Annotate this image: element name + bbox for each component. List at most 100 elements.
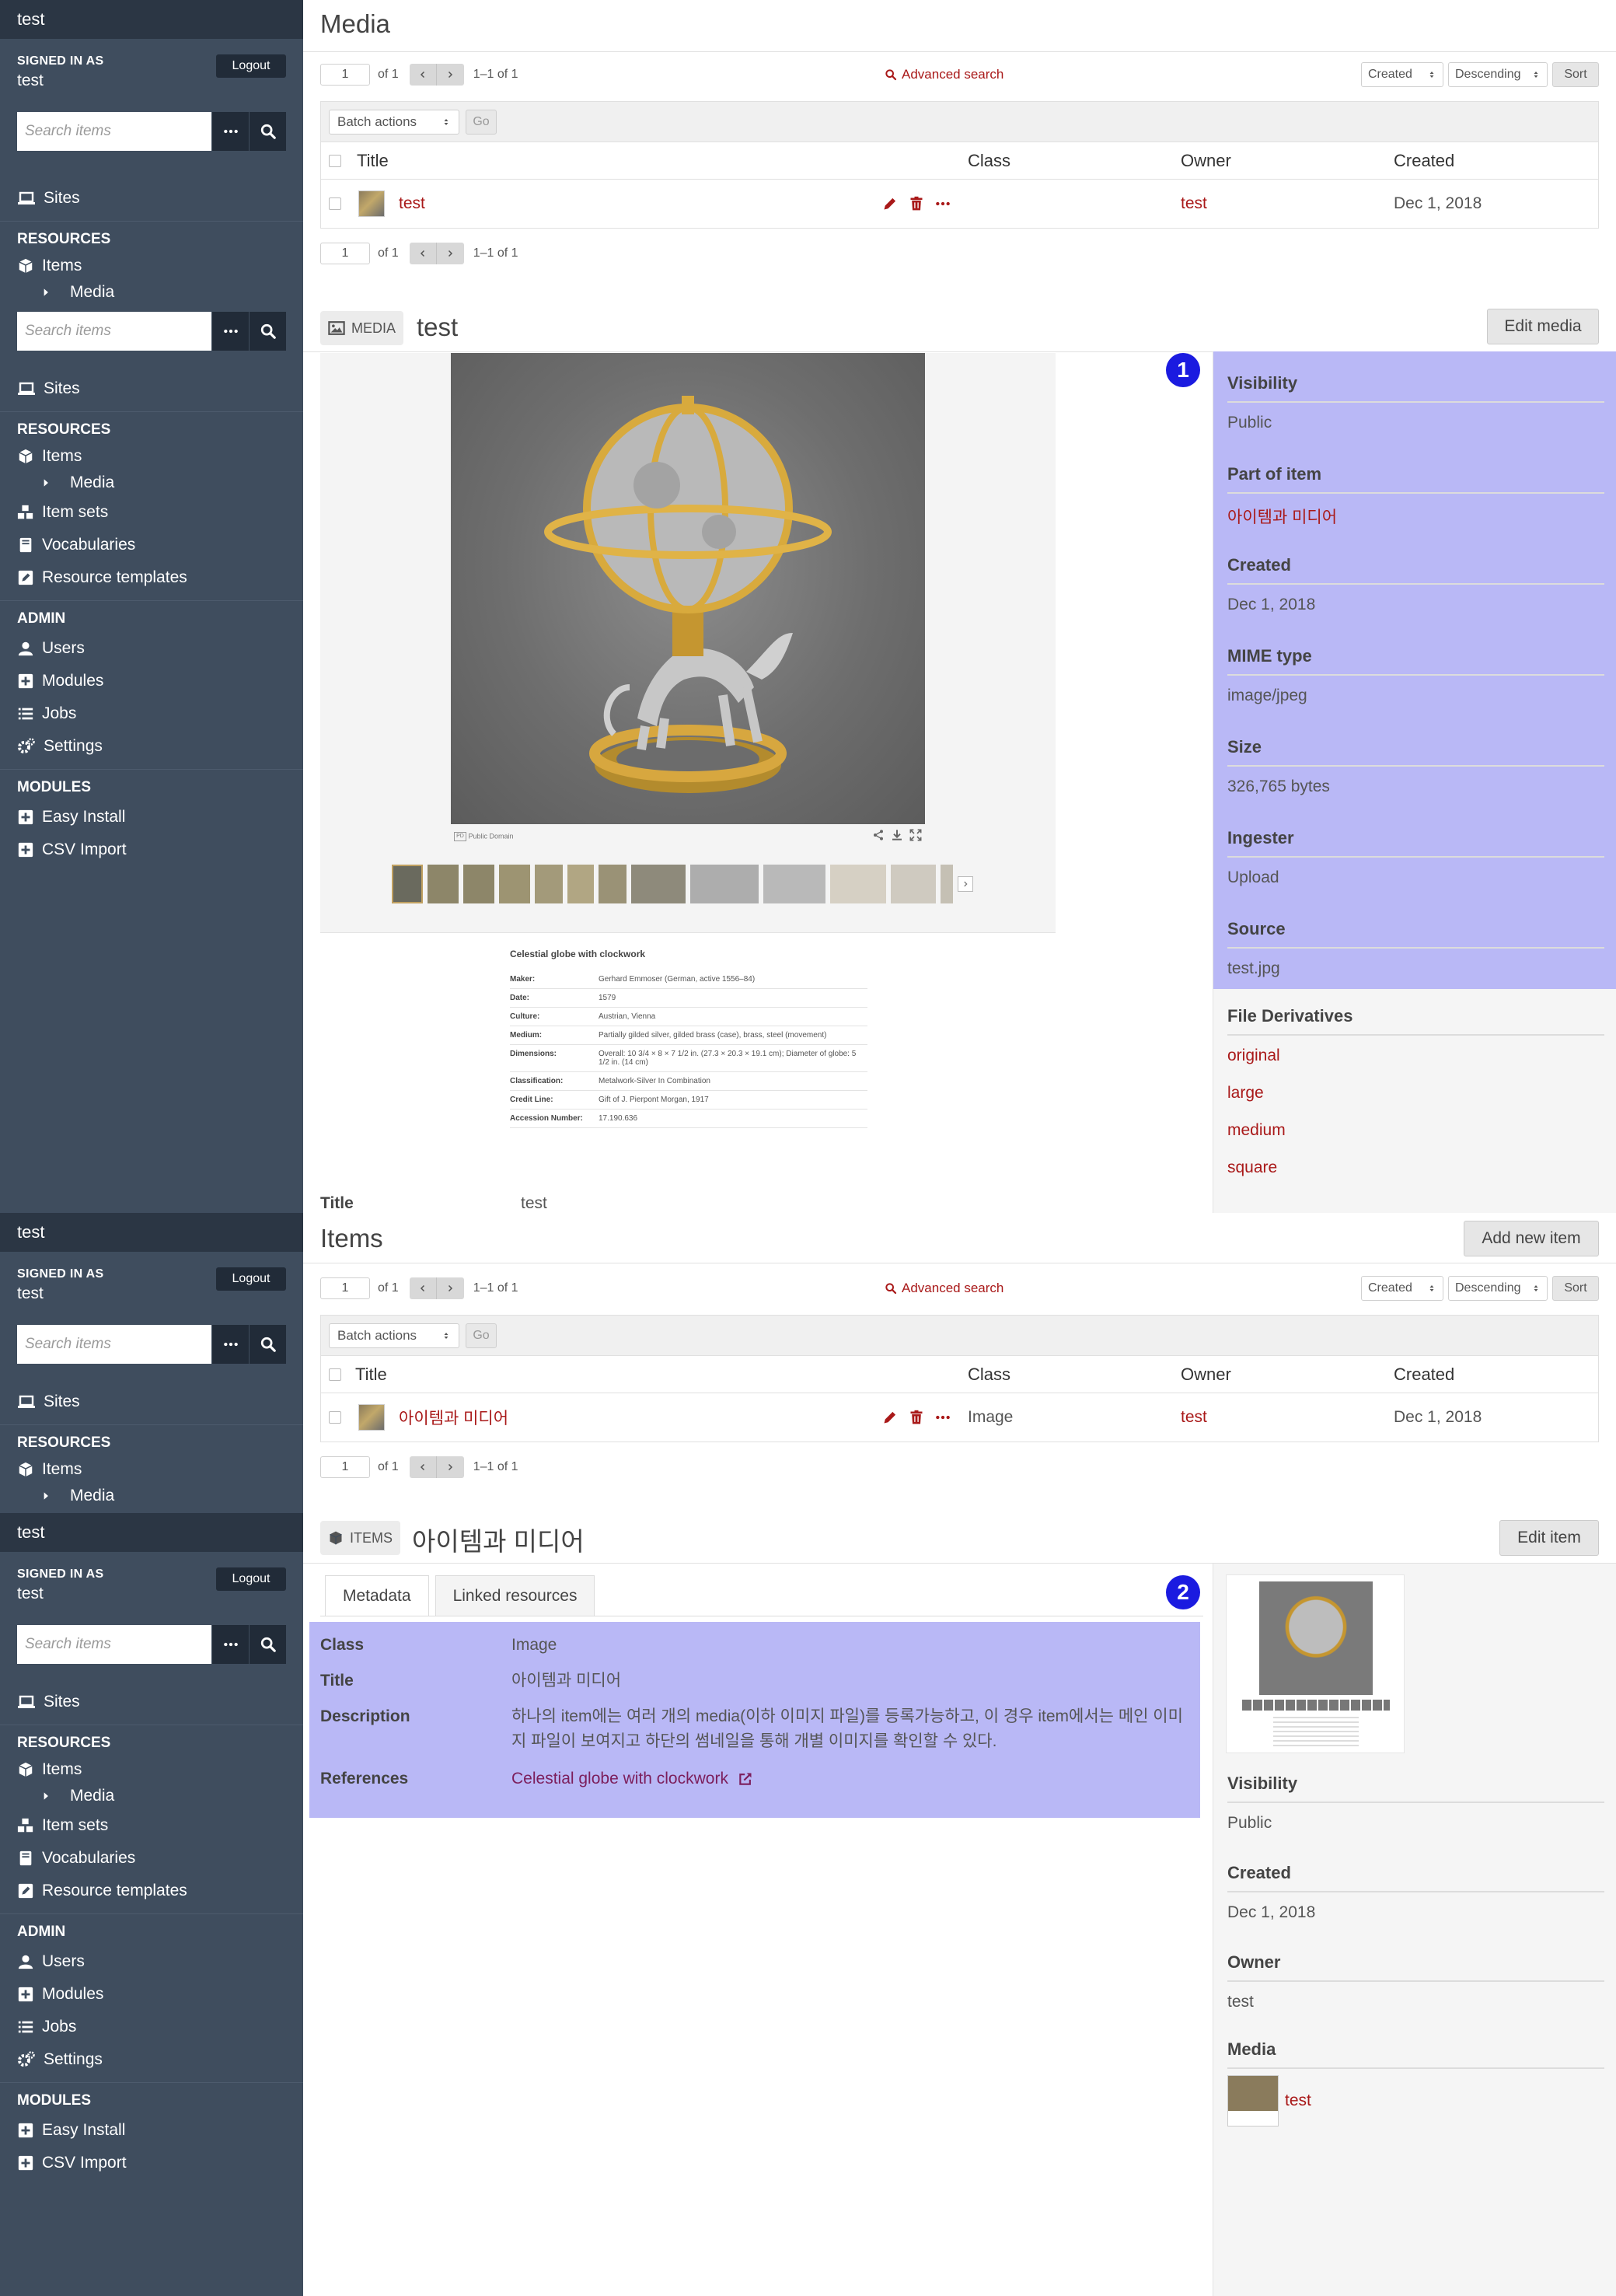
nav-media[interactable]: Media — [0, 1783, 303, 1809]
next-page-button[interactable] — [437, 1456, 464, 1478]
search-button[interactable] — [249, 1325, 286, 1364]
nav-users[interactable]: Users — [0, 1945, 303, 1978]
reference-link[interactable]: Celestial globe with clockwork — [511, 1767, 1195, 1791]
row-checkbox[interactable] — [329, 197, 341, 210]
derivative-link-square[interactable]: square — [1227, 1158, 1604, 1177]
row-title-link[interactable]: test — [399, 194, 425, 213]
nav-items[interactable]: Items — [0, 253, 303, 279]
search-button[interactable] — [249, 112, 286, 151]
nav-sites[interactable]: Sites — [0, 372, 303, 405]
nav-easy-install[interactable]: Easy Install — [0, 2114, 303, 2147]
page-input[interactable]: 1 — [320, 1456, 370, 1478]
nav-items[interactable]: Items — [0, 443, 303, 470]
thumbnail[interactable] — [463, 865, 494, 903]
tab-metadata[interactable]: Metadata — [325, 1575, 429, 1616]
item-media-entry[interactable]: test — [1227, 2075, 1604, 2127]
sort-by-select[interactable]: Created — [1361, 1276, 1443, 1301]
thumbnail[interactable] — [830, 865, 886, 903]
next-page-button[interactable] — [437, 1277, 464, 1299]
nav-modules[interactable]: Modules — [0, 1978, 303, 2011]
nav-media[interactable]: Media — [0, 1483, 303, 1509]
derivative-link-medium[interactable]: medium — [1227, 1121, 1604, 1140]
row-title-link[interactable]: 아이템과 미디어 — [399, 1406, 508, 1429]
nav-jobs[interactable]: Jobs — [0, 2011, 303, 2043]
edit-media-button[interactable]: Edit media — [1487, 309, 1599, 344]
search-input[interactable] — [17, 1325, 211, 1364]
search-input[interactable] — [17, 112, 211, 151]
sort-button[interactable]: Sort — [1552, 62, 1599, 87]
thumbnail[interactable] — [690, 865, 759, 903]
nav-modules[interactable]: Modules — [0, 665, 303, 697]
nav-users[interactable]: Users — [0, 632, 303, 665]
sort-button[interactable]: Sort — [1552, 1276, 1599, 1301]
row-thumbnail[interactable] — [358, 1404, 385, 1431]
derivative-link-original[interactable]: original — [1227, 1047, 1604, 1065]
next-page-button[interactable] — [437, 243, 464, 264]
search-button[interactable] — [249, 312, 286, 351]
row-owner-link[interactable]: test — [1181, 194, 1207, 213]
row-owner-link[interactable]: test — [1181, 1408, 1207, 1427]
prev-page-button[interactable] — [410, 64, 438, 86]
share-icon[interactable] — [872, 829, 885, 841]
nav-csv-import[interactable]: CSV Import — [0, 2147, 303, 2179]
more-icon[interactable] — [935, 196, 951, 211]
thumbnail[interactable] — [499, 865, 530, 903]
media-thumbnail[interactable] — [1227, 2075, 1279, 2127]
search-input[interactable] — [17, 312, 211, 351]
nav-item-sets[interactable]: Item sets — [0, 496, 303, 529]
search-button[interactable] — [249, 1625, 286, 1664]
prev-page-button[interactable] — [410, 1456, 438, 1478]
nav-resource-templates[interactable]: Resource templates — [0, 1875, 303, 1907]
thumbnail[interactable] — [891, 865, 936, 903]
nav-media[interactable]: Media — [0, 470, 303, 496]
logout-button[interactable]: Logout — [216, 1567, 286, 1591]
thumbnail[interactable] — [599, 865, 627, 903]
sort-by-select[interactable]: Created — [1361, 62, 1443, 87]
advanced-search-link[interactable]: Advanced search — [885, 67, 1003, 82]
tab-linked-resources[interactable]: Linked resources — [435, 1575, 595, 1616]
column-title[interactable]: Title — [355, 1365, 387, 1385]
advanced-search-toggle[interactable] — [211, 1325, 249, 1364]
sidebar-site-title[interactable]: test — [0, 1213, 303, 1252]
nav-easy-install[interactable]: Easy Install — [0, 801, 303, 833]
search-input[interactable] — [17, 1625, 211, 1664]
more-icon[interactable] — [935, 1410, 951, 1425]
thumbnail[interactable] — [631, 865, 686, 903]
nav-sites[interactable]: Sites — [0, 1386, 303, 1418]
pencil-icon[interactable] — [882, 196, 898, 211]
add-new-item-button[interactable]: Add new item — [1464, 1221, 1599, 1256]
trash-icon[interactable] — [909, 196, 924, 211]
nav-items[interactable]: Items — [0, 1756, 303, 1783]
advanced-search-toggle[interactable] — [211, 312, 249, 351]
nav-sites[interactable]: Sites — [0, 182, 303, 215]
derivative-link-large[interactable]: large — [1227, 1084, 1604, 1103]
column-created[interactable]: Created — [1394, 151, 1454, 171]
nav-jobs[interactable]: Jobs — [0, 697, 303, 730]
row-checkbox[interactable] — [329, 1411, 341, 1424]
select-all-checkbox[interactable] — [329, 1368, 341, 1381]
nav-settings[interactable]: Settings — [0, 2043, 303, 2076]
page-input[interactable]: 1 — [320, 1277, 370, 1299]
nav-sites[interactable]: Sites — [0, 1686, 303, 1718]
batch-actions-select[interactable]: Batch actions — [329, 1323, 459, 1348]
thumbnail[interactable] — [392, 865, 423, 903]
batch-actions-select[interactable]: Batch actions — [329, 109, 459, 135]
download-icon[interactable] — [891, 829, 903, 841]
column-title[interactable]: Title — [357, 151, 389, 171]
prev-page-button[interactable] — [410, 243, 438, 264]
logout-button[interactable]: Logout — [216, 54, 286, 78]
sidebar-site-title[interactable]: test — [0, 1513, 303, 1552]
prev-page-button[interactable] — [410, 1277, 438, 1299]
thumbnail[interactable] — [763, 865, 825, 903]
sort-order-select[interactable]: Descending — [1448, 62, 1548, 87]
nav-vocabularies[interactable]: Vocabularies — [0, 1842, 303, 1875]
pencil-icon[interactable] — [882, 1410, 898, 1425]
prop-value[interactable]: 아이템과 미디어 — [1227, 505, 1604, 528]
thumbnail[interactable] — [567, 865, 594, 903]
expand-icon[interactable] — [909, 829, 922, 841]
sort-order-select[interactable]: Descending — [1448, 1276, 1548, 1301]
nav-item-sets[interactable]: Item sets — [0, 1809, 303, 1842]
nav-items[interactable]: Items — [0, 1456, 303, 1483]
item-preview-image[interactable] — [1226, 1574, 1405, 1753]
nav-vocabularies[interactable]: Vocabularies — [0, 529, 303, 561]
